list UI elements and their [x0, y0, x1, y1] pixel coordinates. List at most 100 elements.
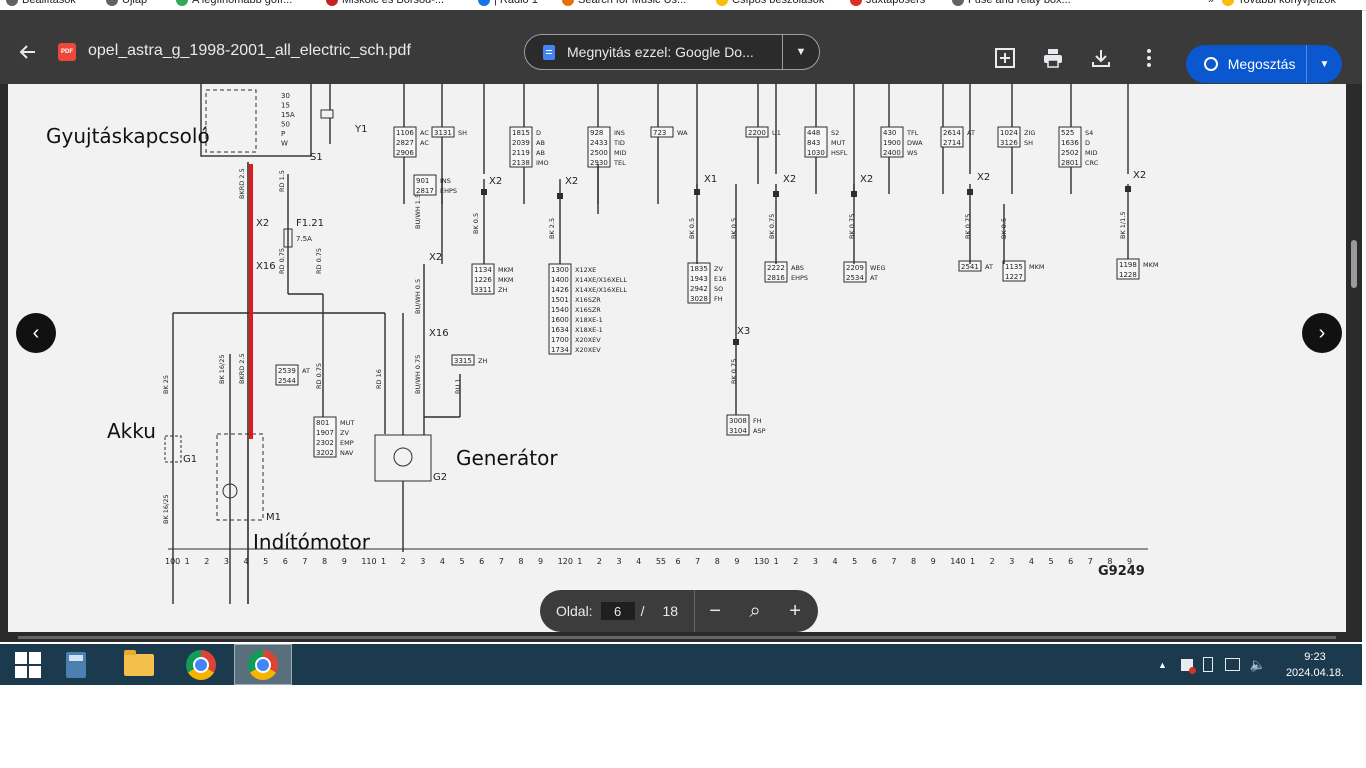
print-button[interactable] [1041, 46, 1065, 70]
ruler-label: 1 [381, 557, 386, 566]
connector-code: 2714 [943, 139, 961, 147]
connector-note: ASP [753, 427, 766, 435]
pdf-page: 30 15 15A 50 P W S1 Y1 1106 2827 2906 AC AC 3131 SH 181… [8, 84, 1346, 632]
open-with-button[interactable]: Megnyitás ezzel: Google Do... ▼ [524, 34, 820, 70]
bookmark-favicon-icon [176, 0, 188, 6]
taskbar-file-explorer[interactable] [111, 644, 167, 685]
previous-page-button[interactable]: ‹ [16, 313, 56, 353]
connector-code: 723 [653, 129, 666, 137]
wire-label: BKRD 2.5 [238, 353, 246, 384]
connector-code: 1835 [690, 265, 708, 273]
vertical-scrollbar-thumb[interactable] [1351, 240, 1357, 288]
wire-label: BK 0.5 [688, 218, 696, 239]
back-button[interactable] [14, 38, 42, 66]
connector-note: MID [614, 149, 627, 157]
connector-pin [773, 191, 779, 197]
page-controls: Oldal: / 18 − ⌕ + [540, 590, 818, 632]
horizontal-scrollbar[interactable] [18, 636, 1336, 639]
system-tray: ▲ 🔈 [1158, 644, 1266, 685]
ruler-label: 120 [558, 557, 573, 566]
vertical-scrollbar[interactable] [1348, 84, 1362, 632]
connector-code: 3202 [316, 449, 334, 457]
ruler-label: 55 [656, 557, 666, 566]
ruler-label: 4 [244, 557, 249, 566]
ruler-label: 7 [891, 557, 896, 566]
connector-label-x2: X2 [565, 176, 578, 187]
connector-code: 2801 [1061, 159, 1079, 167]
bookmark-item[interactable]: Search for Music Us... [562, 0, 686, 6]
next-page-button[interactable]: › [1302, 313, 1342, 353]
ruler-label: 5 [263, 557, 268, 566]
connector-code: 525 [1061, 129, 1074, 137]
bookmark-favicon-icon [106, 0, 118, 6]
bookmark-item[interactable]: Beállítások [6, 0, 76, 6]
annotation-ignition: Gyujtáskapcsoló [46, 124, 210, 148]
wiring-schematic: 301515A50PWS1Y1 110628272906ACAC3131 SH 181… [162, 84, 1158, 604]
chevron-right-icon: › [1318, 321, 1326, 344]
bookmark-item[interactable]: Fuse and relay box... [952, 0, 1071, 6]
ruler-label: 130 [754, 557, 769, 566]
connector-note: SH [458, 129, 467, 137]
volume-icon[interactable]: 🔈 [1250, 657, 1266, 673]
zoom-in-button[interactable]: + [775, 600, 815, 623]
google-docs-icon [543, 44, 555, 60]
ruler-label: 8 [518, 557, 523, 566]
bookmark-item[interactable]: A legfinomabb gofr... [176, 0, 292, 6]
connector-note: S4 [1085, 129, 1093, 137]
bookmark-item[interactable]: » [1192, 0, 1214, 6]
bookmark-item[interactable]: Újlap [106, 0, 147, 6]
taskbar-calculator[interactable] [48, 644, 104, 685]
share-button[interactable]: Megosztás ▼ [1186, 45, 1342, 83]
add-comment-button[interactable] [993, 46, 1017, 70]
bookmark-item[interactable]: Miskolc és Borsod-... [326, 0, 444, 6]
bookmark-item[interactable]: Csípős beszólások [716, 0, 824, 6]
ruler-label: 5 [852, 557, 857, 566]
bookmark-item[interactable]: Juxtaposers [850, 0, 925, 6]
ignition-terminal-label: 30 [281, 92, 290, 100]
component-label-m1: M1 [266, 512, 281, 523]
page-number-input[interactable] [600, 602, 635, 620]
annotation-battery: Akku [107, 419, 156, 443]
zoom-out-button[interactable]: − [695, 600, 735, 623]
ignition-terminal-label: 50 [281, 121, 290, 129]
connector-code: 801 [316, 419, 329, 427]
download-button[interactable] [1089, 46, 1113, 70]
taskbar-chrome[interactable] [173, 644, 229, 685]
ignition-terminal-label: P [281, 130, 285, 138]
fuse-label: F1.21 [296, 218, 324, 229]
bookmark-item[interactable]: További könyvjelzők [1222, 0, 1336, 6]
connector-label-x1: X1 [704, 174, 717, 185]
ruler-label: 9 [342, 557, 347, 566]
battery-icon[interactable] [1202, 657, 1213, 672]
taskbar-chrome-active[interactable] [234, 644, 292, 685]
more-options-button[interactable] [1137, 46, 1161, 70]
connector-note: X18XE-1 [575, 326, 603, 334]
share-dropdown-button[interactable]: ▼ [1307, 59, 1342, 70]
open-with-dropdown-button[interactable]: ▼ [783, 46, 819, 58]
zoom-fit-button[interactable]: ⌕ [735, 600, 775, 623]
connector-code: 1634 [551, 326, 569, 334]
globe-icon [1204, 57, 1218, 71]
ruler-label: 1 [185, 557, 190, 566]
connector-note: AC [420, 139, 429, 147]
pdf-toolbar: PDF opel_astra_g_1998-2001_all_electric_… [0, 10, 1362, 84]
connector-pin [557, 193, 563, 199]
bookmark-label: Beállítások [22, 0, 76, 6]
connector-note: AT [870, 274, 878, 282]
network-warning-icon[interactable] [1180, 658, 1196, 674]
connector-code: 2816 [767, 274, 785, 282]
relay-y1-symbol [320, 109, 334, 119]
annotation-starter: Indítómotor [253, 530, 370, 554]
connector-label-x2: X2 [429, 252, 442, 263]
bookmark-item[interactable]: | Rádió 1 [478, 0, 538, 6]
connector-code: 3131 [434, 129, 452, 137]
network-icon[interactable] [1224, 658, 1240, 671]
wire-label: BKRD 2.5 [238, 168, 246, 199]
ruler-label: 3 [420, 557, 425, 566]
bookmark-favicon-icon [1222, 0, 1234, 6]
ruler-label: 3 [224, 557, 229, 566]
wire-label: BK 0.75 [730, 359, 738, 384]
bookmark-favicon-icon [478, 0, 490, 6]
show-hidden-icons-button[interactable]: ▲ [1158, 660, 1167, 670]
taskbar-clock[interactable]: 9:23 2024.04.18. [1280, 649, 1350, 681]
